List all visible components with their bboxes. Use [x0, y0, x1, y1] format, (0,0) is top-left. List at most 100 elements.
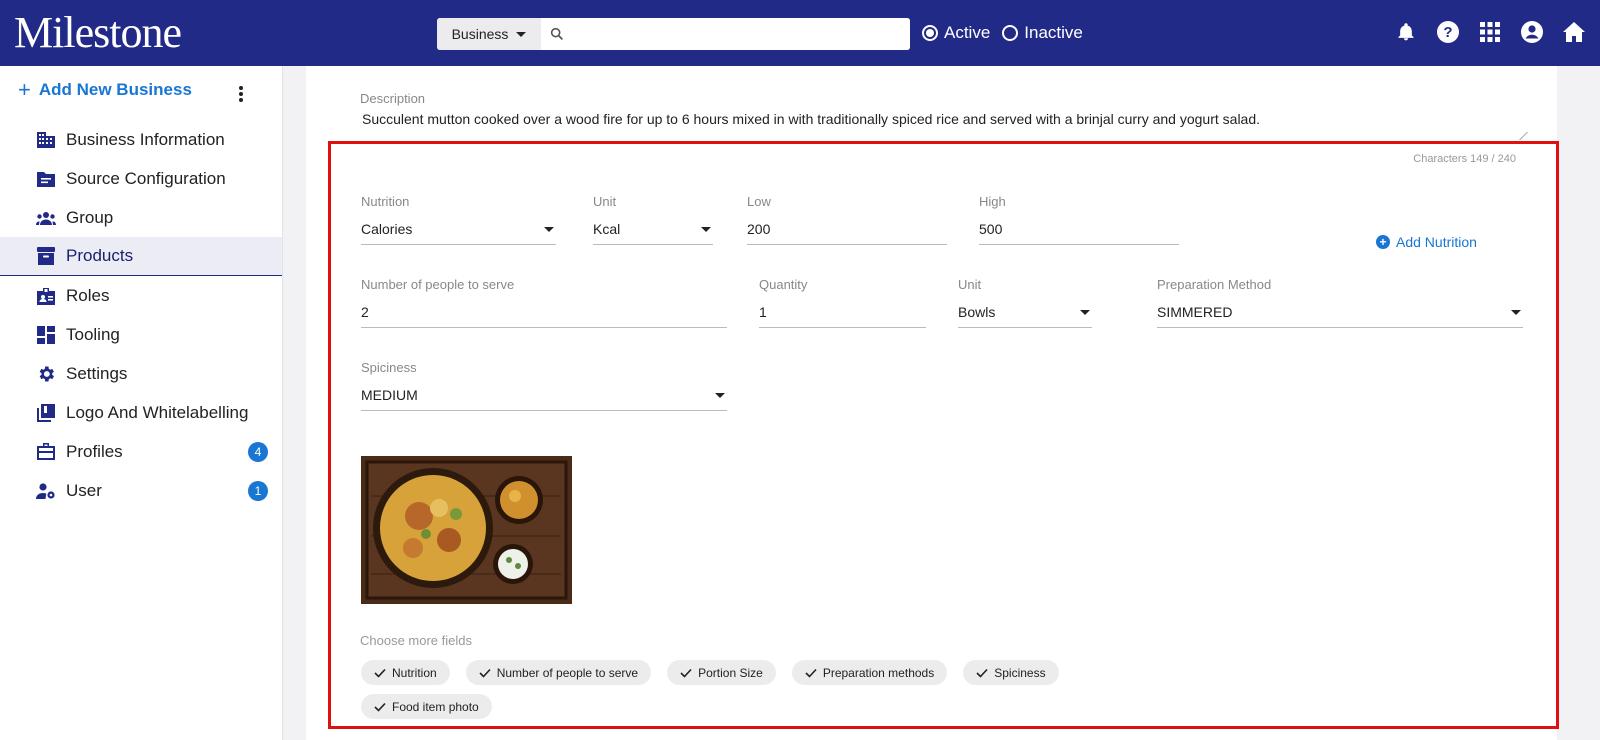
field-label: High — [979, 194, 1006, 209]
sidebar-item-user[interactable]: User 1 — [0, 471, 282, 510]
sidebar-item-business-information[interactable]: Business Information — [0, 120, 282, 159]
quantity-unit-select[interactable]: Unit Bowls — [958, 277, 1092, 328]
chip-label: Number of people to serve — [496, 665, 639, 680]
library-icon — [36, 403, 56, 423]
account-icon[interactable] — [1520, 18, 1544, 46]
add-circle-icon: + — [1376, 235, 1390, 249]
chip-food-item-photo[interactable]: Food item photo — [361, 694, 492, 719]
building-icon — [36, 130, 56, 150]
field-value: 2 — [361, 304, 727, 328]
quantity-input[interactable]: Quantity 1 — [759, 277, 926, 328]
group-icon — [36, 208, 56, 228]
nutrition-select[interactable]: Nutrition Calories — [361, 194, 556, 245]
home-icon[interactable] — [1562, 18, 1586, 46]
help-icon[interactable]: ? — [1436, 18, 1460, 46]
check-icon — [805, 668, 817, 678]
sidebar-item-label: Settings — [66, 363, 128, 383]
dashboard-icon — [36, 325, 56, 345]
search-type-select[interactable]: Business — [437, 18, 541, 50]
sidebar-item-label: Group — [66, 207, 114, 227]
search-icon — [541, 18, 573, 50]
plus-icon: + — [18, 77, 31, 102]
sidebar-item-logo-and-whitelabelling[interactable]: Logo And Whitelabelling — [0, 393, 282, 432]
sidebar-item-label: User — [66, 480, 102, 500]
add-nutrition-label: Add Nutrition — [1396, 234, 1477, 250]
chip-label: Food item photo — [392, 699, 479, 714]
field-label: Unit — [593, 194, 617, 209]
apps-grid-icon[interactable] — [1478, 18, 1502, 46]
add-nutrition-button[interactable]: + Add Nutrition — [1376, 234, 1477, 250]
field-value: Bowls — [958, 304, 1092, 328]
status-radio-group: Active Inactive — [922, 20, 1083, 46]
chip-label: Preparation methods — [822, 665, 935, 680]
gear-icon — [36, 364, 56, 384]
svg-text:?: ? — [1443, 24, 1452, 41]
high-input[interactable]: High 500 — [979, 194, 1179, 245]
field-value: 200 — [747, 221, 947, 245]
field-label: Spiciness — [361, 360, 417, 375]
archive-icon — [36, 246, 56, 266]
character-count: Characters 149 / 240 — [1413, 153, 1516, 165]
sidebar-item-source-configuration[interactable]: Source Configuration — [0, 159, 282, 198]
check-icon — [374, 668, 386, 678]
food-item-photo[interactable] — [361, 456, 572, 604]
more-vert-icon[interactable] — [236, 84, 246, 104]
sidebar-nav: Business Information Source Configuratio… — [0, 120, 282, 510]
user-count-badge: 1 — [248, 480, 268, 501]
preparation-method-select[interactable]: Preparation Method SIMMERED — [1157, 277, 1523, 328]
chip-spiciness[interactable]: Spiciness — [963, 660, 1059, 685]
field-label: Quantity — [759, 277, 808, 292]
app-logo[interactable]: Milestone — [14, 8, 182, 58]
description-label: Description — [360, 91, 426, 106]
chevron-down-icon — [544, 227, 554, 232]
add-new-business-button[interactable]: + Add New Business — [18, 77, 192, 102]
chip-nutrition[interactable]: Nutrition — [361, 660, 450, 685]
chevron-down-icon — [1511, 310, 1521, 315]
sidebar-item-settings[interactable]: Settings — [0, 354, 282, 393]
field-value: SIMMERED — [1157, 304, 1523, 328]
search-bar: Business — [437, 18, 910, 50]
chip-label: Spiciness — [994, 665, 1046, 680]
folder-icon — [36, 169, 56, 189]
field-label: Number of people to serve — [361, 277, 515, 292]
radio-active-label: Active — [944, 23, 991, 42]
sidebar-item-tooling[interactable]: Tooling — [0, 315, 282, 354]
field-value: 1 — [759, 304, 926, 328]
chevron-down-icon — [516, 31, 527, 37]
sidebar-item-products[interactable]: Products — [0, 237, 282, 276]
radio-unchecked-icon — [1002, 25, 1019, 41]
chip-preparation-methods[interactable]: Preparation methods — [791, 660, 948, 685]
radio-inactive[interactable]: Inactive — [1002, 23, 1083, 43]
check-icon — [374, 702, 386, 712]
description-textarea[interactable]: Succulent mutton cooked over a wood fire… — [362, 111, 1260, 127]
radio-active[interactable]: Active — [922, 23, 990, 43]
chevron-down-icon — [701, 227, 711, 232]
people-to-serve-input[interactable]: Number of people to serve 2 — [361, 277, 727, 328]
chevron-down-icon — [1080, 310, 1090, 315]
sidebar-item-roles[interactable]: Roles — [0, 276, 282, 315]
resize-handle-icon[interactable] — [1510, 132, 1528, 140]
chip-people-to-serve[interactable]: Number of people to serve — [465, 660, 652, 685]
top-icon-bar: ? — [1394, 18, 1586, 46]
search-input[interactable] — [573, 18, 910, 50]
user-gear-icon — [36, 481, 56, 501]
nutrition-unit-select[interactable]: Unit Kcal — [593, 194, 713, 245]
field-value: Calories — [361, 221, 556, 245]
sidebar-item-profiles[interactable]: Profiles 4 — [0, 432, 282, 471]
field-label: Unit — [958, 277, 982, 292]
field-value: MEDIUM — [361, 387, 727, 411]
briefcase-icon — [36, 442, 56, 462]
low-input[interactable]: Low 200 — [747, 194, 947, 245]
check-icon — [680, 668, 692, 678]
field-value: Kcal — [593, 221, 713, 245]
search-type-label: Business — [451, 26, 509, 42]
badge-icon — [36, 286, 56, 306]
chip-label: Nutrition — [392, 665, 437, 680]
field-chip-group: Nutrition Number of people to serve Port… — [361, 660, 1161, 719]
spiciness-select[interactable]: Spiciness MEDIUM — [361, 360, 727, 411]
sidebar-item-group[interactable]: Group — [0, 198, 282, 237]
bell-icon[interactable] — [1394, 18, 1418, 46]
sidebar-item-label: Products — [66, 246, 134, 265]
sidebar-item-label: Source Configuration — [66, 168, 226, 188]
chip-portion-size[interactable]: Portion Size — [667, 660, 776, 685]
